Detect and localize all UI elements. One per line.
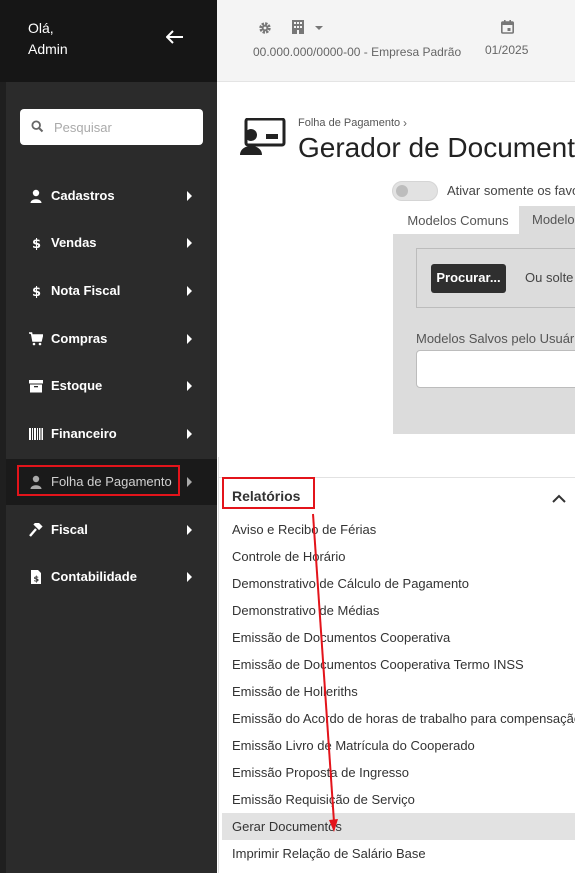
sidebar-item-nota-fiscal[interactable]: $ Nota Fiscal [17, 275, 217, 307]
svg-text:$: $ [32, 237, 41, 250]
sidebar-item-label: Compras [51, 331, 108, 346]
sidebar-item-label: Fiscal [51, 522, 88, 537]
menu-item[interactable]: Emissão de Holleriths [219, 678, 575, 705]
collapse-arrow-icon[interactable] [165, 28, 184, 48]
breadcrumb-chevron-icon: › [403, 116, 407, 130]
barcode-icon [29, 428, 43, 440]
chevron-up-icon[interactable] [552, 494, 566, 503]
sidebar: Olá, Admin Cadastros $ Vendas $ Nota Fis… [0, 0, 217, 873]
calendar-icon[interactable] [501, 20, 514, 34]
top-bar [217, 0, 575, 82]
menu-item[interactable]: Emissão Proposta de Ingresso [219, 759, 575, 786]
period-selector[interactable]: 01/2025 [485, 43, 528, 57]
page-title: Gerador de Documentos [298, 132, 575, 163]
toggle-knob [396, 185, 408, 197]
menu-item[interactable]: Demonstrativo de Médias [219, 597, 575, 624]
saved-models-label: Modelos Salvos pelo Usuário [416, 331, 575, 346]
menu-item[interactable]: Emissão Livro de Matrícula do Cooperado [219, 732, 575, 759]
caret-right-icon [187, 191, 192, 201]
menu-item-gerar-documentos[interactable]: Gerar Documentos [222, 813, 575, 840]
svg-text:$: $ [32, 285, 41, 298]
caret-right-icon [187, 429, 192, 439]
dollar-icon: $ [32, 285, 41, 298]
tab-modelos-comuns[interactable]: Modelos Comuns [397, 208, 519, 234]
annotation-highlight-box [222, 477, 315, 509]
document-generator-icon [240, 118, 286, 155]
user-icon [30, 189, 42, 203]
gavel-icon [29, 523, 43, 537]
menu-item[interactable]: Demonstrativo de Cálculo de Pagamento [219, 570, 575, 597]
menu-item[interactable]: Aviso e Recibo de Férias [219, 516, 575, 543]
file-dollar-icon: $ [31, 570, 41, 584]
company-selector[interactable]: 00.000.000/0000-00 - Empresa Padrão [253, 45, 461, 59]
sidebar-header: Olá, Admin [0, 0, 217, 82]
drop-hint: Ou solte arquivo aqui [525, 270, 575, 285]
caret-right-icon [187, 381, 192, 391]
menu-item[interactable]: Controle de Horário [219, 543, 575, 570]
sidebar-item-vendas[interactable]: $ Vendas [17, 227, 217, 259]
dollar-icon: $ [32, 237, 41, 250]
sidebar-item-cadastros[interactable]: Cadastros [17, 180, 217, 212]
toggle-label: Ativar somente os favoritos [447, 183, 575, 198]
sidebar-item-label: Vendas [51, 235, 97, 250]
sidebar-item-label: Contabilidade [51, 569, 137, 584]
building-icon[interactable] [292, 20, 304, 34]
tab-modelos[interactable]: Modelos [519, 206, 575, 234]
sidebar-item-label: Nota Fiscal [51, 283, 121, 298]
chevron-down-icon[interactable] [315, 26, 323, 30]
caret-right-icon [187, 477, 192, 487]
browse-button[interactable]: Procurar... [431, 264, 506, 293]
sidebar-item-contabilidade[interactable]: $ Contabilidade [17, 561, 217, 593]
sidebar-item-label: Estoque [51, 378, 103, 393]
caret-right-icon [187, 525, 192, 535]
sidebar-item-estoque[interactable]: Estoque [17, 370, 217, 402]
annotation-highlight-box [17, 465, 180, 496]
caret-right-icon [187, 238, 192, 248]
sidebar-item-label: Cadastros [51, 188, 115, 203]
caret-right-icon [187, 286, 192, 296]
search-input[interactable] [52, 117, 192, 137]
menu-item[interactable]: Emissão de Documentos Cooperativa [219, 624, 575, 651]
sidebar-item-compras[interactable]: Compras [17, 323, 217, 355]
sidebar-item-fiscal[interactable]: Fiscal [17, 514, 217, 546]
menu-item[interactable]: Emissão de Documentos Cooperativa Termo … [219, 651, 575, 678]
svg-text:$: $ [34, 575, 40, 584]
archive-icon [29, 380, 43, 393]
search-box[interactable] [20, 109, 203, 145]
menu-item[interactable]: Emissão do Acordo de horas de trabalho p… [219, 705, 575, 732]
search-icon [31, 120, 44, 133]
menu-item[interactable]: Emissão Requisição de Serviço [219, 786, 575, 813]
sidebar-item-financeiro[interactable]: Financeiro [17, 418, 217, 450]
submenu-panel: Relatórios Aviso e Recibo de Férias Cont… [218, 457, 575, 873]
user-greeting: Olá, Admin [28, 20, 68, 57]
breadcrumb[interactable]: Folha de Pagamento [298, 117, 400, 129]
gear-icon[interactable] [258, 21, 272, 35]
sidebar-item-label: Financeiro [51, 426, 117, 441]
favorites-toggle[interactable] [392, 181, 438, 201]
caret-right-icon [187, 572, 192, 582]
menu-item[interactable]: Imprimir Relação de Salário Base [219, 840, 575, 867]
saved-models-select[interactable] [416, 350, 575, 388]
caret-right-icon [187, 334, 192, 344]
cart-icon [29, 332, 43, 346]
